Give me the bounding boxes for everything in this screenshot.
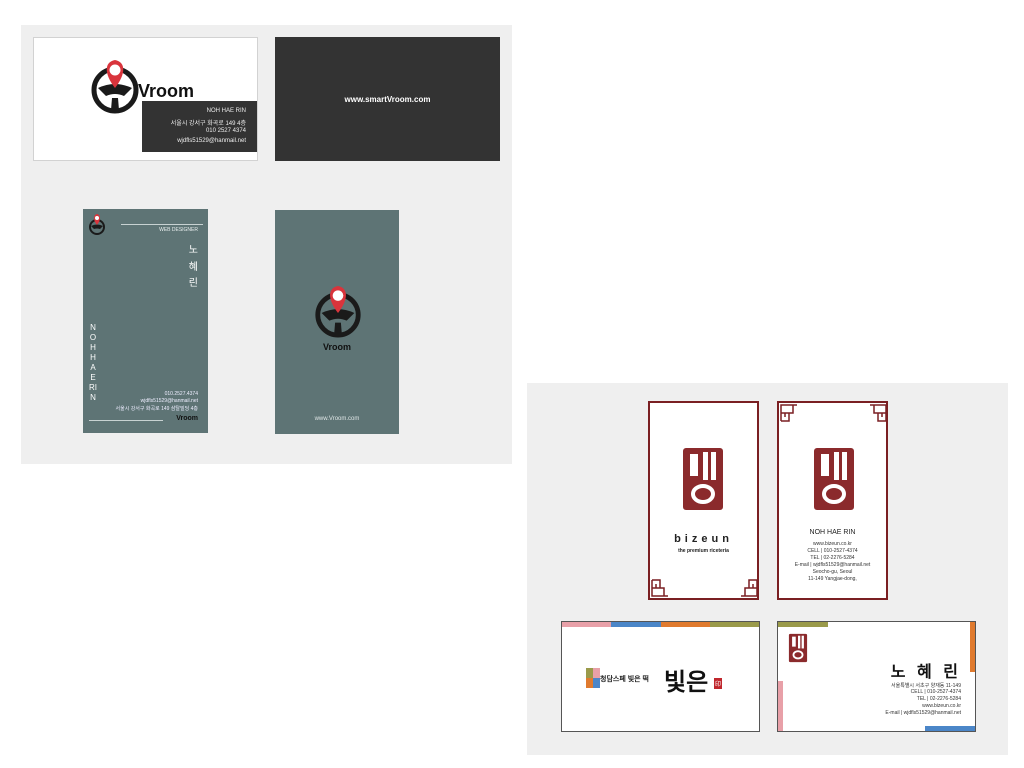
bizeun-back-cell: CELL | 010-2527-4374 bbox=[807, 548, 858, 554]
bizeun-corner-ornament-icon bbox=[780, 404, 797, 422]
vroom-vertical-email: wjdfls51529@hanmail.net bbox=[140, 398, 198, 404]
bizeun-back-address1: Seocho-gu, Seoul bbox=[812, 569, 853, 575]
bizeun-horizontal-cell: CELL | 010-2527-4374 bbox=[910, 689, 961, 695]
bizeun-horizontal-subtitle: 청담스페 빛은 떡 bbox=[600, 676, 649, 683]
vroom-vertical-back-card: Vroom www.Vroom.com bbox=[275, 210, 399, 434]
vroom-logo-icon bbox=[91, 60, 139, 114]
vroom-front-card: Vroom NOH HAE RIN 서울시 강서구 화곡로 149 4층 010… bbox=[33, 37, 258, 161]
vroom-center-brand: Vroom bbox=[322, 342, 351, 352]
vroom-panel: Vroom NOH HAE RIN 서울시 강서구 화곡로 149 4층 010… bbox=[21, 25, 512, 464]
bizeun-back-name: NOH HAE RIN bbox=[809, 529, 856, 536]
vroom-vertical-phone: 010.2527.4374 bbox=[164, 391, 198, 397]
vroom-top-divider bbox=[121, 224, 203, 225]
bizeun-back-address2: 11-149 Yangjae-dong, bbox=[808, 576, 857, 582]
bizeun-top-left-stripe bbox=[778, 622, 828, 627]
bizeun-front-card: bizeun the premium riceteria bbox=[648, 401, 759, 600]
bizeun-back-tel: TEL | 02-2276-5284 bbox=[810, 555, 855, 561]
bizeun-horizontal-name: 노 혜 린 bbox=[890, 662, 961, 681]
bizeun-front-brand: bizeun bbox=[674, 533, 733, 545]
bizeun-corner-ornament-icon bbox=[870, 404, 886, 422]
vroom-email: wjdfls51529@hanmail.net bbox=[177, 138, 246, 144]
vroom-name: NOH HAE RIN bbox=[206, 108, 246, 114]
bizeun-small-seal-icon bbox=[788, 633, 808, 663]
vroom-english-name: NOHHAERIN bbox=[89, 323, 97, 402]
vroom-vertical-brand: Vroom bbox=[176, 415, 198, 422]
bizeun-right-stripe bbox=[970, 622, 975, 672]
bizeun-bottom-stripe bbox=[925, 726, 975, 731]
vroom-korean-name: 노 혜 린 bbox=[188, 245, 198, 289]
bizeun-back-website: www.bizeun.co.kr bbox=[813, 541, 852, 547]
vroom-center-logo-icon bbox=[315, 286, 361, 338]
bizeun-left-stripe bbox=[778, 681, 783, 731]
vroom-job-title: WEB DESIGNER bbox=[159, 227, 198, 233]
vroom-back-card: www.smartVroom.com bbox=[275, 37, 500, 161]
vroom-address: 서울시 강서구 화곡로 149 4층 bbox=[170, 121, 246, 127]
bizeun-horizontal-email: E-mail | wjdfls51529@hanmail.net bbox=[885, 710, 961, 716]
bizeun-horizontal-website: www.bizeun.co.kr bbox=[922, 703, 961, 709]
vroom-small-logo-icon bbox=[89, 214, 105, 235]
vroom-bottom-divider bbox=[89, 420, 163, 421]
bizeun-seal-icon bbox=[683, 448, 723, 510]
bizeun-back-card: NOH HAE RIN www.bizeun.co.kr CELL | 010-… bbox=[777, 401, 888, 600]
bizeun-back-email: E-mail | wjdfls51529@hanmail.net bbox=[794, 562, 871, 568]
bizeun-corner-ornament-icon bbox=[651, 579, 668, 597]
vroom-website: www.smartVroom.com bbox=[344, 95, 431, 104]
bizeun-horizontal-tel: TEL | 02-2276-5284 bbox=[916, 696, 961, 702]
bizeun-corner-ornament-icon bbox=[741, 579, 757, 597]
bizeun-horizontal-logo: 빛은 bbox=[664, 667, 709, 696]
bizeun-stamp: 印 bbox=[714, 678, 723, 689]
bizeun-front-tagline: the premium riceteria bbox=[678, 548, 729, 554]
bizeun-horizontal-address: 서울특별시 서초구 양재동 11-149 bbox=[891, 683, 961, 689]
bizeun-panel: bizeun the premium riceteria NOH HAE RIN… bbox=[527, 383, 1008, 755]
bizeun-seal-icon bbox=[814, 448, 854, 510]
vroom-phone: 010 2527 4374 bbox=[205, 128, 246, 134]
bizeun-horizontal-back-card: 노 혜 린 서울특별시 서초구 양재동 11-149 CELL | 010-25… bbox=[777, 621, 976, 732]
bizeun-color-blocks bbox=[586, 668, 600, 688]
vroom-vertical-website: www.Vroom.com bbox=[314, 416, 360, 422]
vroom-vertical-address: 서울시 강서구 화곡로 149 삼탈빌딩 4층 bbox=[115, 406, 198, 412]
vroom-brand-text: Vroom bbox=[138, 81, 195, 101]
vroom-vertical-front-card: WEB DESIGNER 노 혜 린 NOHHAERIN 010.2527.43… bbox=[83, 209, 208, 433]
bizeun-top-stripe bbox=[562, 622, 759, 627]
bizeun-horizontal-front-card: 청담스페 빛은 떡 빛은 印 bbox=[561, 621, 760, 732]
